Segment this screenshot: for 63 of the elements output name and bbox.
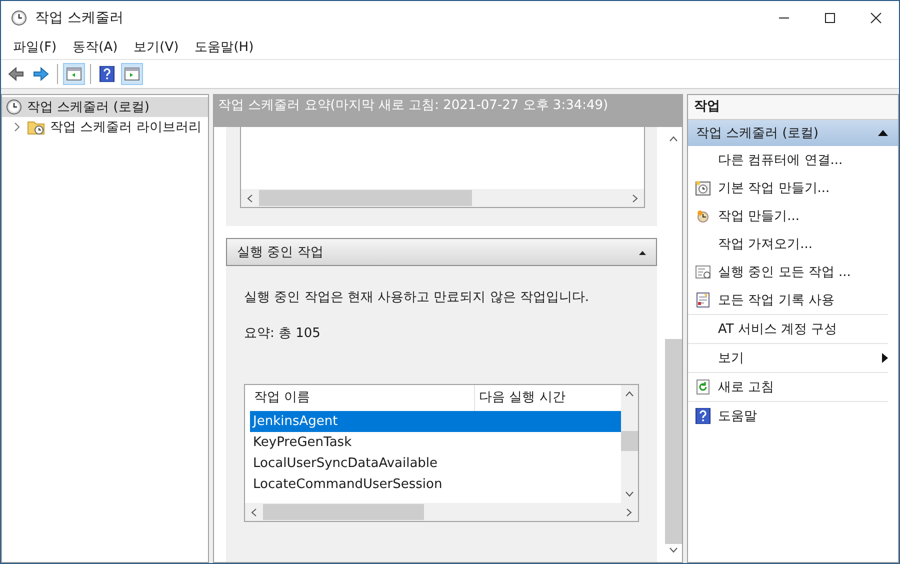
section-header[interactable]: 실행 중인 작업 [226,238,657,266]
group-title: 작업 스케줄러 (로컬) [696,125,818,142]
summary-text: 요약: 총 105 [244,325,322,342]
action-item[interactable]: 새로 고침 [688,373,888,402]
table-row[interactable]: JenkinsAgent [250,411,621,432]
pane-icon [124,66,140,82]
toolbar-button[interactable] [121,63,143,85]
help-icon [99,66,115,82]
left-caret-icon[interactable] [247,194,253,202]
panel-header: 작업 스케줄러 요약(마지막 새로 고침: 2021-07-27 오후 3:34:49) [214,94,682,127]
menu-item[interactable]: 파일(F) [5,38,65,56]
clock-icon [695,208,711,224]
down-caret-icon [669,547,678,553]
action-item[interactable]: 실행 중인 모든 작업 ... [688,258,888,286]
back-arrow-icon [8,66,24,82]
log-book-icon [695,292,711,308]
scroll-thumb[interactable] [621,431,638,451]
column-header[interactable]: 다음 실행 시간 [475,385,566,411]
scroll-thumb[interactable] [263,504,424,520]
action-item[interactable]: 작업 가져오기... [688,230,888,258]
action-item[interactable]: 보기 [688,344,888,373]
table-row[interactable]: LocalUserSyncDataAvailable [250,453,621,474]
description-text: 실행 중인 작업은 현재 사용하고 만료되지 않은 작업입니다. [244,289,590,306]
collapse-icon[interactable] [639,250,646,254]
menu-item[interactable]: 도움말(H) [186,38,262,56]
submenu-arrow-icon [882,353,888,363]
tree-item[interactable]: 작업 스케줄러 (로컬) [2,97,208,117]
clock-icon [6,99,22,115]
section-title: 실행 중인 작업 [237,244,324,261]
panel-header: 작업 [688,95,898,120]
scroll-thumb[interactable] [665,339,682,544]
help-icon [695,408,711,424]
pane-icon [66,66,82,82]
list-clock-icon [695,264,711,280]
action-item[interactable]: AT 서비스 계정 구성 [688,315,888,344]
refresh-icon [695,379,711,395]
maximize-icon [824,12,836,24]
close-icon [870,12,882,24]
tree-item[interactable]: 작업 스케줄러 라이브러리 [2,117,208,137]
scroll-thumb[interactable] [259,190,472,206]
folder-clock-icon [27,119,45,135]
menu-item[interactable]: 보기(V) [126,38,187,56]
action-item[interactable]: 모든 작업 기록 사용 [688,286,888,315]
up-caret-icon [669,136,678,142]
action-item[interactable]: 도움말 [688,402,888,430]
calendar-clock-icon [695,180,711,196]
collapse-icon[interactable] [878,130,888,136]
forward-arrow-icon [33,66,49,82]
table-row[interactable]: KeyPreGenTask [250,432,621,453]
right-caret-icon[interactable] [626,508,632,516]
right-caret-icon[interactable] [632,194,638,202]
left-caret-icon[interactable] [251,508,257,516]
toolbar-button[interactable] [63,63,85,85]
clock-icon [11,10,27,26]
action-item[interactable]: 다른 컴퓨터에 연결... [688,146,888,174]
action-item[interactable]: 기본 작업 만들기... [688,174,888,202]
menu-item[interactable]: 동작(A) [64,38,126,56]
group-header[interactable]: 작업 스케줄러 (로컬) [688,120,898,146]
down-caret-icon[interactable] [625,491,634,497]
table-row[interactable]: LocateCommandUserSession [250,474,621,495]
up-caret-icon[interactable] [625,391,634,397]
window-title: 작업 스케줄러 [35,9,124,27]
action-item[interactable]: 작업 만들기... [688,202,888,230]
